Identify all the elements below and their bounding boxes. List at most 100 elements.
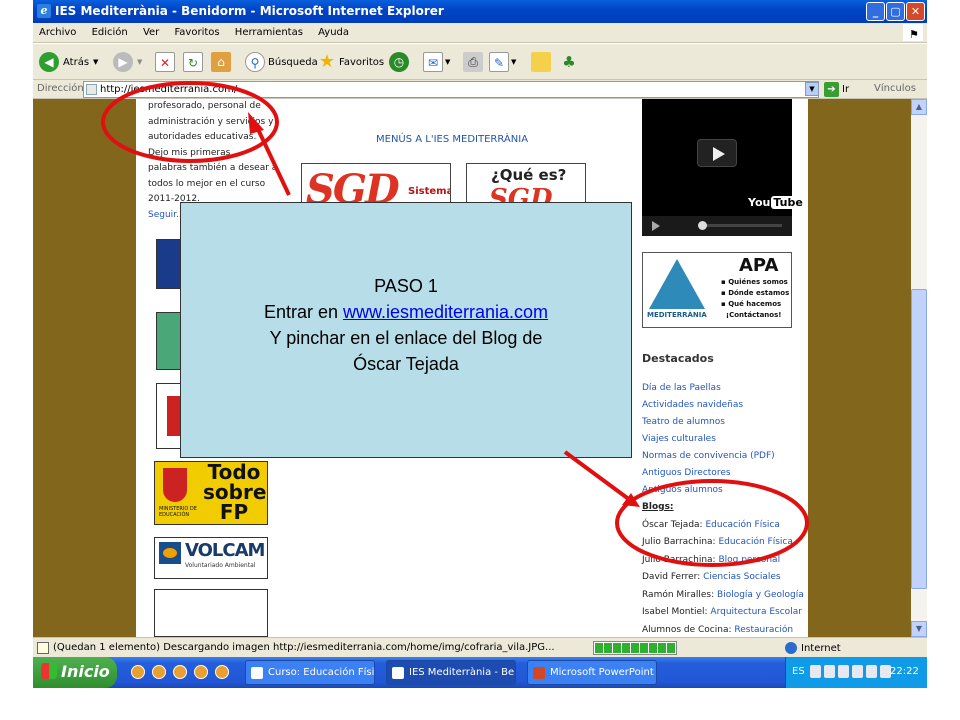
links-button[interactable]: Vínculos bbox=[874, 83, 916, 94]
favorites-button[interactable]: ★ Favoritos bbox=[317, 52, 384, 72]
start-button[interactable]: Inicio bbox=[33, 657, 117, 688]
refresh-button[interactable]: ↻ bbox=[183, 52, 203, 72]
edit-button[interactable]: ✎ ▼ bbox=[489, 52, 516, 72]
discuss-button[interactable] bbox=[531, 52, 551, 72]
taskbar-item-ies[interactable]: IES Mediterrània - Be... bbox=[386, 660, 516, 685]
back-button[interactable]: ◀ Atrás ▼ bbox=[39, 52, 98, 72]
search-label: Búsqueda bbox=[268, 56, 318, 68]
address-input[interactable]: http://iesmediterrania.com/ bbox=[83, 81, 819, 98]
scrollbar-thumb[interactable] bbox=[911, 289, 927, 589]
destacado-link[interactable]: Viajes culturales bbox=[642, 431, 802, 448]
taskbar-item-curso[interactable]: Curso: Educación Físi... bbox=[245, 660, 375, 685]
destacado-link[interactable]: Actividades navideñas bbox=[642, 397, 802, 414]
play-icon[interactable] bbox=[697, 139, 737, 167]
history-icon: ◷ bbox=[389, 52, 409, 72]
blog-link[interactable]: Restauración bbox=[734, 625, 793, 635]
vertical-scrollbar[interactable]: ▲ ▼ bbox=[911, 99, 927, 637]
print-button[interactable]: ⎙ bbox=[463, 52, 483, 72]
blog-link[interactable]: Blog personal bbox=[718, 555, 780, 565]
welcome-line: administración y servicios y bbox=[148, 116, 274, 127]
destacado-link[interactable]: Antiguos alumnos bbox=[642, 482, 802, 499]
address-dropdown-icon[interactable]: ▼ bbox=[805, 82, 819, 96]
windows-flag-icon bbox=[41, 663, 57, 679]
quick-launch-icon[interactable] bbox=[152, 665, 166, 679]
step-title: PASO 1 bbox=[374, 276, 438, 296]
quick-launch-icon[interactable] bbox=[131, 665, 145, 679]
chevron-down-icon: ▼ bbox=[445, 58, 451, 66]
edit-icon: ✎ bbox=[489, 52, 509, 72]
mail-button[interactable]: ✉ ▼ bbox=[423, 52, 450, 72]
tray-icon[interactable] bbox=[866, 665, 877, 678]
search-button[interactable]: ⚲ Búsqueda bbox=[245, 52, 318, 72]
menu-herramientas[interactable]: Herramientas bbox=[229, 23, 309, 38]
scroll-down-icon[interactable]: ▼ bbox=[911, 621, 927, 637]
stop-button[interactable]: ✕ bbox=[155, 52, 175, 72]
page-loading-icon bbox=[37, 642, 49, 654]
apa-list: ▪ Quiénes somos ▪ Dónde estamos ▪ Qué ha… bbox=[721, 277, 789, 321]
tray-icons bbox=[810, 665, 891, 678]
sgd-sistema-label: Sistema bbox=[408, 186, 451, 197]
home-button[interactable]: ⌂ bbox=[211, 52, 231, 72]
status-text: (Quedan 1 elemento) Descargando imagen h… bbox=[53, 642, 555, 653]
cofradia-banner[interactable] bbox=[154, 589, 268, 637]
menu-ver[interactable]: Ver bbox=[137, 23, 165, 38]
destacado-link[interactable]: Antiguos Directores bbox=[642, 465, 802, 482]
messenger-button[interactable]: ♣ bbox=[559, 52, 579, 72]
blog-link[interactable]: Educación Física bbox=[718, 537, 792, 547]
coat-of-arms-icon bbox=[163, 468, 187, 502]
go-button[interactable]: ➔ Ir bbox=[824, 82, 849, 97]
menu-archivo[interactable]: Archivo bbox=[33, 23, 82, 38]
video-progress-bar[interactable] bbox=[702, 224, 782, 227]
blog-link[interactable]: Biología y Geología bbox=[717, 590, 804, 600]
tray-icon[interactable] bbox=[824, 665, 835, 678]
blog-link[interactable]: Educación Física bbox=[705, 520, 779, 530]
apa-item: ▪ Qué hacemos bbox=[721, 300, 782, 308]
forward-button[interactable]: ▶ ▼ bbox=[113, 52, 142, 72]
address-url: http://iesmediterrania.com/ bbox=[100, 84, 238, 95]
menu-edicion[interactable]: Edición bbox=[86, 23, 134, 38]
apa-banner[interactable]: MEDITERRÀNIA APA ▪ Quiénes somos ▪ Dónde… bbox=[642, 252, 792, 328]
windows-logo-icon: ⚑ bbox=[903, 24, 923, 41]
play-small-icon[interactable] bbox=[652, 221, 660, 231]
destacado-link[interactable]: Día de las Paellas bbox=[642, 380, 802, 397]
scroll-up-icon[interactable]: ▲ bbox=[911, 99, 927, 115]
language-indicator[interactable]: ES bbox=[792, 666, 805, 677]
destacado-link[interactable]: Teatro de alumnos bbox=[642, 414, 802, 431]
volcam-title: VOLCAM bbox=[185, 540, 265, 561]
taskbar-item-label: Microsoft PowerPoint ... bbox=[550, 667, 657, 678]
quick-launch-icon[interactable] bbox=[215, 665, 229, 679]
quick-launch-icon[interactable] bbox=[194, 665, 208, 679]
start-label: Inicio bbox=[61, 662, 110, 681]
chevron-down-icon: ▼ bbox=[511, 58, 517, 66]
destacado-link[interactable]: Normas de convivencia (PDF) bbox=[642, 448, 802, 465]
video-scrubber-handle[interactable] bbox=[698, 221, 707, 230]
go-label: Ir bbox=[842, 84, 850, 95]
maximize-button[interactable]: ▢ bbox=[886, 2, 905, 21]
tray-icon[interactable] bbox=[810, 665, 821, 678]
website-link[interactable]: www.iesmediterrania.com bbox=[343, 302, 548, 322]
blog-row: Óscar Tejada: Educación Física bbox=[642, 519, 780, 530]
blog-row: Ramón Miralles: Biología y Geología bbox=[642, 589, 804, 600]
zone-label: Internet bbox=[801, 642, 841, 654]
history-button[interactable]: ◷ bbox=[389, 52, 409, 72]
tray-icon[interactable] bbox=[838, 665, 849, 678]
welcome-line: todos lo mejor en el curso bbox=[148, 178, 266, 189]
blog-link[interactable]: Ciencias Sociales bbox=[703, 572, 780, 582]
video-controls bbox=[642, 216, 792, 236]
menu-ayuda[interactable]: Ayuda bbox=[312, 23, 355, 38]
blog-link[interactable]: Arquitectura Escolar bbox=[710, 607, 802, 617]
youtube-video[interactable]: You Tube bbox=[642, 99, 805, 236]
menu-favoritos[interactable]: Favoritos bbox=[168, 23, 225, 38]
menu-bar: Archivo Edición Ver Favoritos Herramient… bbox=[33, 23, 927, 43]
quick-launch-icon[interactable] bbox=[173, 665, 187, 679]
todo-fp-banner[interactable]: MINISTERIO DE EDUCACIÓN Todo sobre FP bbox=[154, 461, 268, 525]
menus-title: MENÚS A L'IES MEDITERRÀNIA bbox=[376, 134, 529, 145]
refresh-icon: ↻ bbox=[183, 52, 203, 72]
volcam-banner[interactable]: VOLCAM Voluntariado Ambiental bbox=[154, 537, 268, 579]
apa-logo-text: MEDITERRÀNIA bbox=[647, 311, 707, 319]
taskbar-item-powerpoint[interactable]: Microsoft PowerPoint ... bbox=[527, 660, 657, 685]
tray-icon[interactable] bbox=[852, 665, 863, 678]
powerpoint-icon bbox=[533, 667, 545, 679]
close-button[interactable]: ✕ bbox=[906, 2, 925, 21]
minimize-button[interactable]: _ bbox=[866, 2, 885, 21]
